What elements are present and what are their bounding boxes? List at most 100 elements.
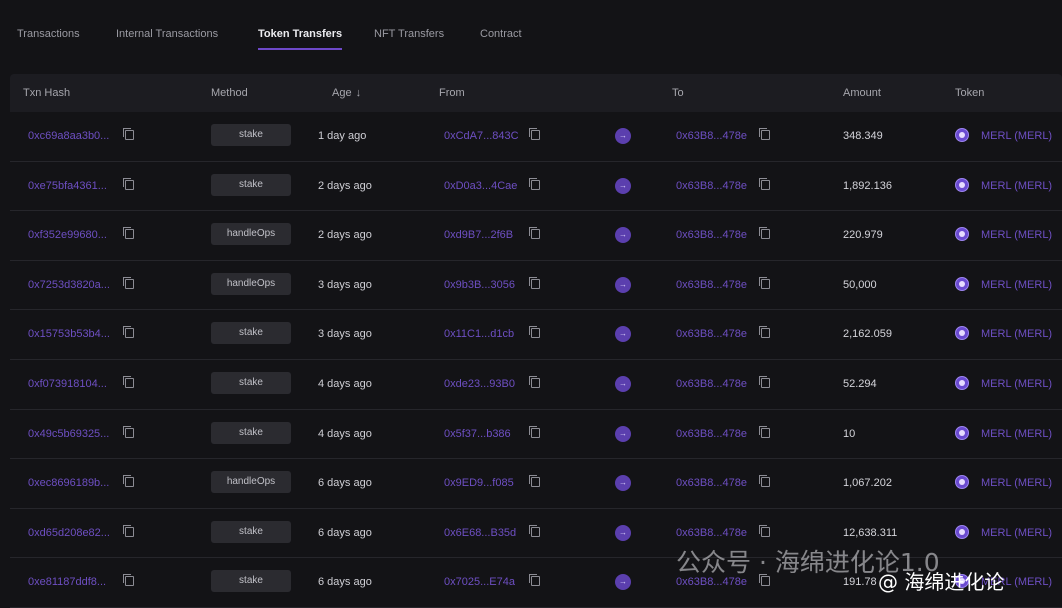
to-address-link[interactable]: 0x63B8...478e <box>676 279 747 291</box>
to-address-link[interactable]: 0x63B8...478e <box>676 130 747 142</box>
merl-token-icon <box>955 128 969 142</box>
copy-icon[interactable] <box>529 475 540 488</box>
copy-icon[interactable] <box>759 128 770 140</box>
copy-icon[interactable] <box>529 375 540 388</box>
amount-value: 12,638.311 <box>843 526 898 539</box>
age-value: 4 days ago <box>318 377 372 390</box>
token-link[interactable]: MERL (MERL) <box>981 428 1052 440</box>
copy-icon[interactable] <box>123 276 134 289</box>
txn-hash-link[interactable]: 0xec8696189b... <box>28 477 109 489</box>
from-address-link[interactable]: 0xd9B7...2f6B <box>444 229 513 241</box>
copy-icon[interactable] <box>123 326 134 339</box>
txn-hash-link[interactable]: 0xe75bfa4361... <box>28 180 107 192</box>
merl-token-icon <box>955 375 969 390</box>
copy-icon[interactable] <box>759 177 770 190</box>
token-link[interactable]: MERL (MERL) <box>981 477 1052 489</box>
from-address-link[interactable]: 0xCdA7...843C <box>444 130 519 142</box>
token-link[interactable]: MERL (MERL) <box>981 378 1052 390</box>
copy-icon[interactable] <box>529 177 540 190</box>
age-value: 3 days ago <box>318 278 372 291</box>
to-address-link[interactable]: 0x63B8...478e <box>676 428 747 440</box>
copy-icon[interactable] <box>759 276 770 289</box>
token-link[interactable]: MERL (MERL) <box>981 180 1052 192</box>
copy-icon[interactable] <box>123 177 134 190</box>
txn-hash-link[interactable]: 0xc69a8aa3b0... <box>28 130 109 142</box>
token-link[interactable]: MERL (MERL) <box>981 328 1052 340</box>
column-header-amount: Amount <box>843 87 881 99</box>
tab-nft-transfers[interactable]: NFT Transfers <box>374 28 444 40</box>
to-address-link[interactable]: 0x63B8...478e <box>676 378 747 390</box>
amount-value: 1,892.136 <box>843 179 892 192</box>
token-link[interactable]: MERL (MERL) <box>981 229 1052 241</box>
copy-icon[interactable] <box>123 128 134 140</box>
tab-internal-transactions[interactable]: Internal Transactions <box>116 28 218 40</box>
watermark-handle: @ 海绵进化论 <box>878 570 1005 594</box>
copy-icon[interactable] <box>529 227 540 240</box>
copy-icon[interactable] <box>529 574 540 587</box>
method-badge: stake <box>211 322 291 345</box>
token-link[interactable]: MERL (MERL) <box>981 527 1052 539</box>
tab-token-transfers[interactable]: Token Transfers <box>258 28 343 50</box>
table-row: 0x49c5b69325... stake 4 days ago 0x5f37.… <box>10 410 1062 460</box>
copy-icon[interactable] <box>123 425 134 438</box>
method-badge: stake <box>211 570 291 593</box>
copy-icon[interactable] <box>759 475 770 488</box>
copy-icon[interactable] <box>123 574 134 587</box>
copy-icon[interactable] <box>123 475 134 488</box>
token-link[interactable]: MERL (MERL) <box>981 130 1052 142</box>
to-address-link[interactable]: 0x63B8...478e <box>676 477 747 489</box>
to-address-link[interactable]: 0x63B8...478e <box>676 527 747 539</box>
from-address-link[interactable]: 0x9b3B...3056 <box>444 279 515 291</box>
copy-icon[interactable] <box>759 227 770 240</box>
table-row: 0xec8696189b... handleOps 6 days ago 0x9… <box>10 459 1062 509</box>
from-address-link[interactable]: 0x9ED9...f085 <box>444 477 514 489</box>
method-badge: stake <box>211 421 291 444</box>
token-link[interactable]: MERL (MERL) <box>981 279 1052 291</box>
method-badge: handleOps <box>211 471 291 494</box>
arrow-right-icon: → <box>615 524 631 541</box>
from-address-link[interactable]: 0x6E68...B35d <box>444 527 516 539</box>
age-value: 6 days ago <box>318 526 372 539</box>
copy-icon[interactable] <box>529 326 540 339</box>
txn-hash-link[interactable]: 0xf073918104... <box>28 378 107 390</box>
column-header-age[interactable]: Age ↓ <box>332 87 361 99</box>
arrow-right-icon: → <box>615 375 631 392</box>
from-address-link[interactable]: 0x5f37...b386 <box>444 428 511 440</box>
txn-hash-link[interactable]: 0x15753b53b4... <box>28 328 110 340</box>
from-address-link[interactable]: 0x7025...E74a <box>444 576 515 588</box>
txn-hash-link[interactable]: 0xf352e99680... <box>28 229 107 241</box>
column-header-txn-hash: Txn Hash <box>23 87 71 99</box>
merl-token-icon <box>955 276 969 291</box>
copy-icon[interactable] <box>123 375 134 388</box>
copy-icon[interactable] <box>123 524 134 537</box>
from-address-link[interactable]: 0xde23...93B0 <box>444 378 515 390</box>
column-header-from: From <box>439 87 465 99</box>
copy-icon[interactable] <box>759 375 770 388</box>
copy-icon[interactable] <box>759 524 770 537</box>
copy-icon[interactable] <box>123 227 134 240</box>
copy-icon[interactable] <box>759 425 770 438</box>
arrow-right-icon: → <box>615 227 631 244</box>
copy-icon[interactable] <box>759 326 770 339</box>
txn-hash-link[interactable]: 0x7253d3820a... <box>28 279 110 291</box>
column-header-to: To <box>672 87 684 99</box>
copy-icon[interactable] <box>529 524 540 537</box>
to-address-link[interactable]: 0x63B8...478e <box>676 328 747 340</box>
to-address-link[interactable]: 0x63B8...478e <box>676 229 747 241</box>
txn-hash-link[interactable]: 0xd65d208e82... <box>28 527 110 539</box>
arrow-down-icon[interactable]: ↓ <box>356 87 362 99</box>
table-row: 0xc69a8aa3b0... stake 1 day ago 0xCdA7..… <box>10 112 1062 162</box>
from-address-link[interactable]: 0x11C1...d1cb <box>444 328 514 340</box>
txn-hash-link[interactable]: 0xe81187ddf8... <box>28 576 106 588</box>
from-address-link[interactable]: 0xD0a3...4Cae <box>444 180 517 192</box>
tab-transactions[interactable]: Transactions <box>17 28 80 40</box>
txn-hash-link[interactable]: 0x49c5b69325... <box>28 428 109 440</box>
amount-value: 1,067.202 <box>843 477 892 490</box>
copy-icon[interactable] <box>529 425 540 438</box>
tab-contract[interactable]: Contract <box>480 28 522 40</box>
to-address-link[interactable]: 0x63B8...478e <box>676 180 747 192</box>
copy-icon[interactable] <box>529 276 540 289</box>
copy-icon[interactable] <box>529 128 540 140</box>
table-row: 0xe75bfa4361... stake 2 days ago 0xD0a3.… <box>10 162 1062 212</box>
age-value: 3 days ago <box>318 328 372 341</box>
